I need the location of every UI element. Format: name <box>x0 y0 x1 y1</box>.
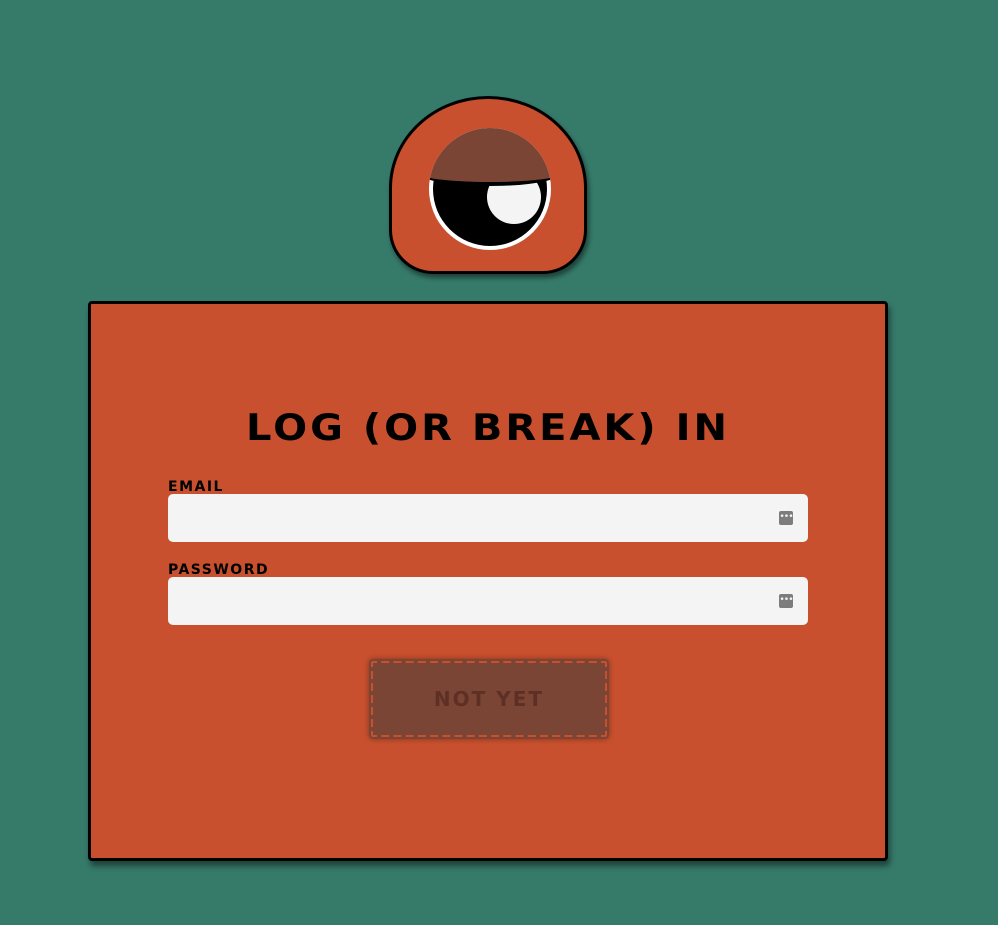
email-field[interactable] <box>168 494 808 542</box>
password-manager-key-icon[interactable]: ••• <box>779 511 794 525</box>
eye-icon <box>429 128 551 250</box>
submit-button[interactable]: NOT YET <box>369 659 609 739</box>
password-field[interactable] <box>168 577 808 625</box>
email-label: EMAIL <box>168 479 224 495</box>
login-title: LOG (OR BREAK) IN <box>246 406 730 450</box>
monster-mascot-icon <box>389 96 587 274</box>
password-label: PASSWORD <box>168 562 270 578</box>
eyelid <box>429 128 551 186</box>
password-manager-key-icon[interactable]: ••• <box>779 594 794 608</box>
login-card: LOG (OR BREAK) IN EMAIL ••• PASSWORD •••… <box>88 301 888 861</box>
